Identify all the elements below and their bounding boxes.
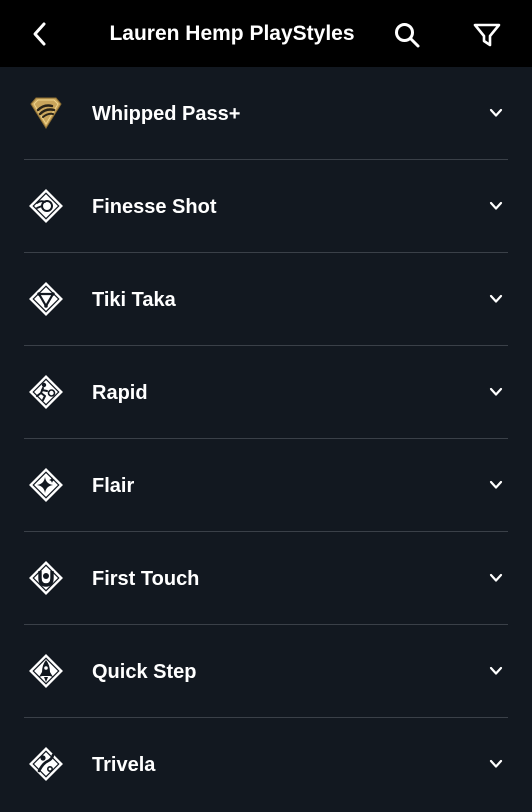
search-button[interactable] [390, 18, 424, 52]
playstyle-label: Tiki Taka [92, 289, 176, 311]
playstyle-label: First Touch [92, 568, 200, 590]
playstyle-row-first-touch[interactable]: First Touch [24, 532, 508, 625]
playstyle-row-flair[interactable]: Flair [24, 439, 508, 532]
filter-icon [473, 23, 501, 47]
playstyle-row-finesse-shot[interactable]: Finesse Shot [24, 160, 508, 253]
trivela-icon [29, 747, 63, 781]
back-button[interactable] [24, 18, 56, 50]
playstyle-label: Rapid [92, 382, 148, 404]
playstyle-row-rapid[interactable]: Rapid [24, 346, 508, 439]
filter-button[interactable] [470, 18, 504, 52]
page-title: Lauren Hemp PlayStyles [109, 22, 355, 45]
quick-step-icon [29, 654, 63, 688]
first-touch-icon [29, 561, 63, 595]
playstyle-label: Flair [92, 475, 135, 497]
chevron-down-icon[interactable] [488, 384, 504, 400]
chevron-left-icon [33, 22, 46, 46]
playstyle-row-tiki-taka[interactable]: Tiki Taka [24, 253, 508, 346]
search-icon [395, 23, 420, 48]
chevron-down-icon[interactable] [488, 105, 504, 121]
tiki-taka-icon [29, 282, 63, 316]
playstyle-label: Whipped Pass+ [92, 103, 241, 125]
chevron-down-icon[interactable] [488, 291, 504, 307]
chevron-down-icon[interactable] [488, 570, 504, 586]
chevron-down-icon[interactable] [488, 756, 504, 772]
playstyles-list: Whipped Pass+ Finesse Shot Tiki Taka Rap… [0, 67, 532, 810]
finesse-shot-icon [29, 189, 63, 223]
chevron-down-icon[interactable] [488, 477, 504, 493]
whipped-pass-plus-icon [30, 97, 62, 129]
flair-icon [29, 468, 63, 502]
playstyle-row-trivela[interactable]: Trivela [24, 718, 508, 810]
top-app-bar: Lauren Hemp PlayStyles [0, 0, 532, 67]
playstyle-label: Quick Step [92, 661, 197, 683]
playstyle-row-quick-step[interactable]: Quick Step [24, 625, 508, 718]
chevron-down-icon[interactable] [488, 663, 504, 679]
chevron-down-icon[interactable] [488, 198, 504, 214]
playstyle-label: Trivela [92, 754, 156, 776]
playstyle-label: Finesse Shot [92, 196, 217, 218]
playstyle-row-whipped-pass-plus[interactable]: Whipped Pass+ [24, 67, 508, 160]
rapid-icon [29, 375, 63, 409]
